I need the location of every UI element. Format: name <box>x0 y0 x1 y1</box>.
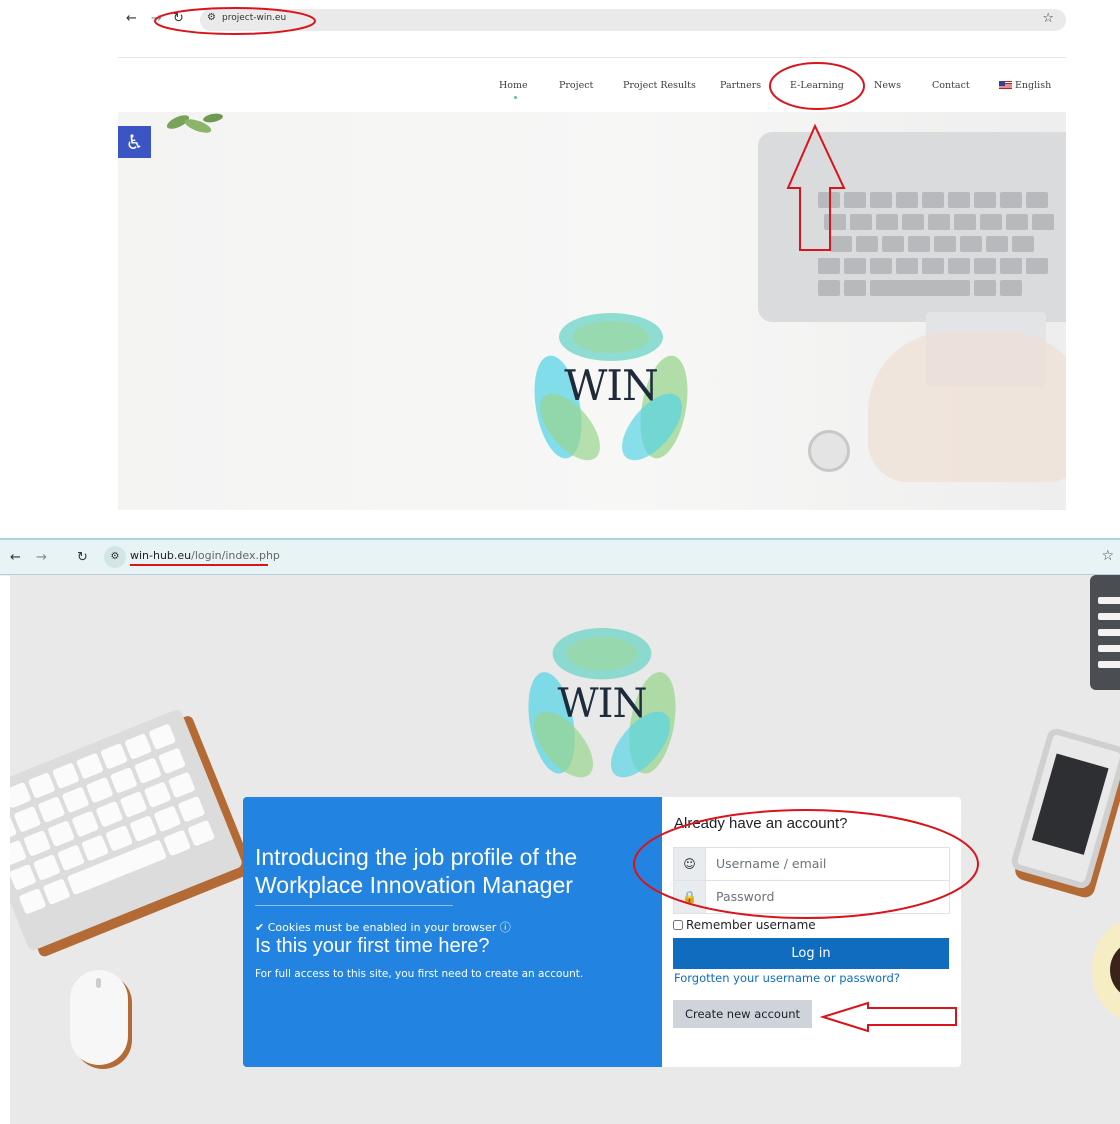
password-input[interactable] <box>714 888 938 905</box>
check-circle-icon: ✔ <box>255 921 265 934</box>
laptop-image <box>758 132 1066 322</box>
site-settings-icon[interactable]: ⚙ <box>207 12 216 23</box>
intro-divider <box>255 905 453 906</box>
accessibility-icon[interactable]: ♿ <box>118 126 151 158</box>
mouse-illustration <box>70 970 128 1065</box>
reload-icon[interactable]: ↻ <box>173 12 184 26</box>
forgot-password-link[interactable]: Forgotten your username or password? <box>674 971 900 985</box>
forward-arrow-icon[interactable]: → <box>151 12 162 26</box>
address-bar-url: project-win.eu <box>222 13 287 23</box>
hero-banner: ♿ WIN <box>118 112 1066 510</box>
us-flag-icon <box>999 81 1012 89</box>
nav-partners[interactable]: Partners <box>720 80 761 91</box>
nav-project[interactable]: Project <box>559 80 593 91</box>
reload-icon[interactable]: ↻ <box>77 551 88 565</box>
login-form-panel: Already have an account? ☺ 🔒 Remember us… <box>662 797 961 1067</box>
back-arrow-icon[interactable]: ← <box>126 12 137 26</box>
calculator-illustration <box>1090 575 1120 690</box>
bottom-browser-toolbar: ← → ↻ ⚙ win-hub.eu/login/index.php ☆ <box>0 538 1120 576</box>
first-time-text: For full access to this site, you first … <box>255 968 584 980</box>
site-settings-icon[interactable]: ⚙ <box>104 546 126 568</box>
win-logo: WIN <box>530 307 692 469</box>
user-icon: ☺ <box>674 848 706 880</box>
help-question-icon[interactable]: ⓘ <box>500 921 511 934</box>
create-account-button[interactable]: Create new account <box>673 1000 812 1028</box>
bookmark-star-icon[interactable]: ☆ <box>1101 548 1114 564</box>
nav-language[interactable]: English <box>999 80 1051 91</box>
win-login-logo-text: WIN <box>557 681 648 727</box>
intro-heading: Introducing the job profile of the Workp… <box>255 844 578 898</box>
url-domain: win-hub.eu <box>130 549 192 562</box>
nav-e-learning[interactable]: E-Learning <box>790 80 844 91</box>
remember-username-label: Remember username <box>686 918 816 932</box>
nav-home[interactable]: Home <box>499 80 528 91</box>
language-label: English <box>1015 80 1052 91</box>
wristwatch-image <box>808 430 850 472</box>
first-time-heading: Is this your first time here? <box>255 935 490 957</box>
bookmark-star-icon[interactable]: ☆ <box>1042 11 1054 26</box>
address-bar-url[interactable]: win-hub.eu/login/index.php <box>130 549 280 562</box>
header-divider <box>118 57 1066 58</box>
top-browser-toolbar: ← → ↻ ⚙ project-win.eu ☆ <box>118 0 1066 40</box>
already-account-heading: Already have an account? <box>674 815 848 832</box>
login-info-panel: Introducing the job profile of the Workp… <box>243 797 662 1067</box>
remember-username-checkbox[interactable] <box>673 920 683 930</box>
back-arrow-icon[interactable]: ← <box>10 551 21 565</box>
coffee-cup-illustration <box>1092 920 1120 1020</box>
cookies-notice-text: Cookies must be enabled in your browser <box>267 921 497 934</box>
clasped-hands-image <box>868 332 1066 482</box>
keyboard-illustration <box>10 708 244 952</box>
nav-news[interactable]: News <box>874 80 901 91</box>
password-field: 🔒 <box>673 880 950 914</box>
site-navigation: Home Project Project Results Partners E-… <box>118 76 1066 99</box>
win-logo-text: WIN <box>564 361 659 410</box>
username-field: ☺ <box>673 847 950 881</box>
lock-icon: 🔒 <box>674 881 706 913</box>
win-login-logo: WIN <box>522 623 682 793</box>
nav-active-indicator <box>514 96 517 99</box>
forward-arrow-icon[interactable]: → <box>36 551 47 565</box>
username-input[interactable] <box>714 855 938 872</box>
cookies-notice: ✔ Cookies must be enabled in your browse… <box>255 919 511 935</box>
address-bar[interactable]: ⚙ project-win.eu ☆ <box>200 9 1066 31</box>
url-path: /login/index.php <box>191 549 280 562</box>
remember-username[interactable]: Remember username <box>673 918 816 932</box>
phone-illustration <box>1009 726 1120 891</box>
plant-leaves-image <box>166 113 223 133</box>
nav-contact[interactable]: Contact <box>932 80 970 91</box>
login-button[interactable]: Log in <box>673 938 949 969</box>
nav-project-results[interactable]: Project Results <box>623 80 696 91</box>
